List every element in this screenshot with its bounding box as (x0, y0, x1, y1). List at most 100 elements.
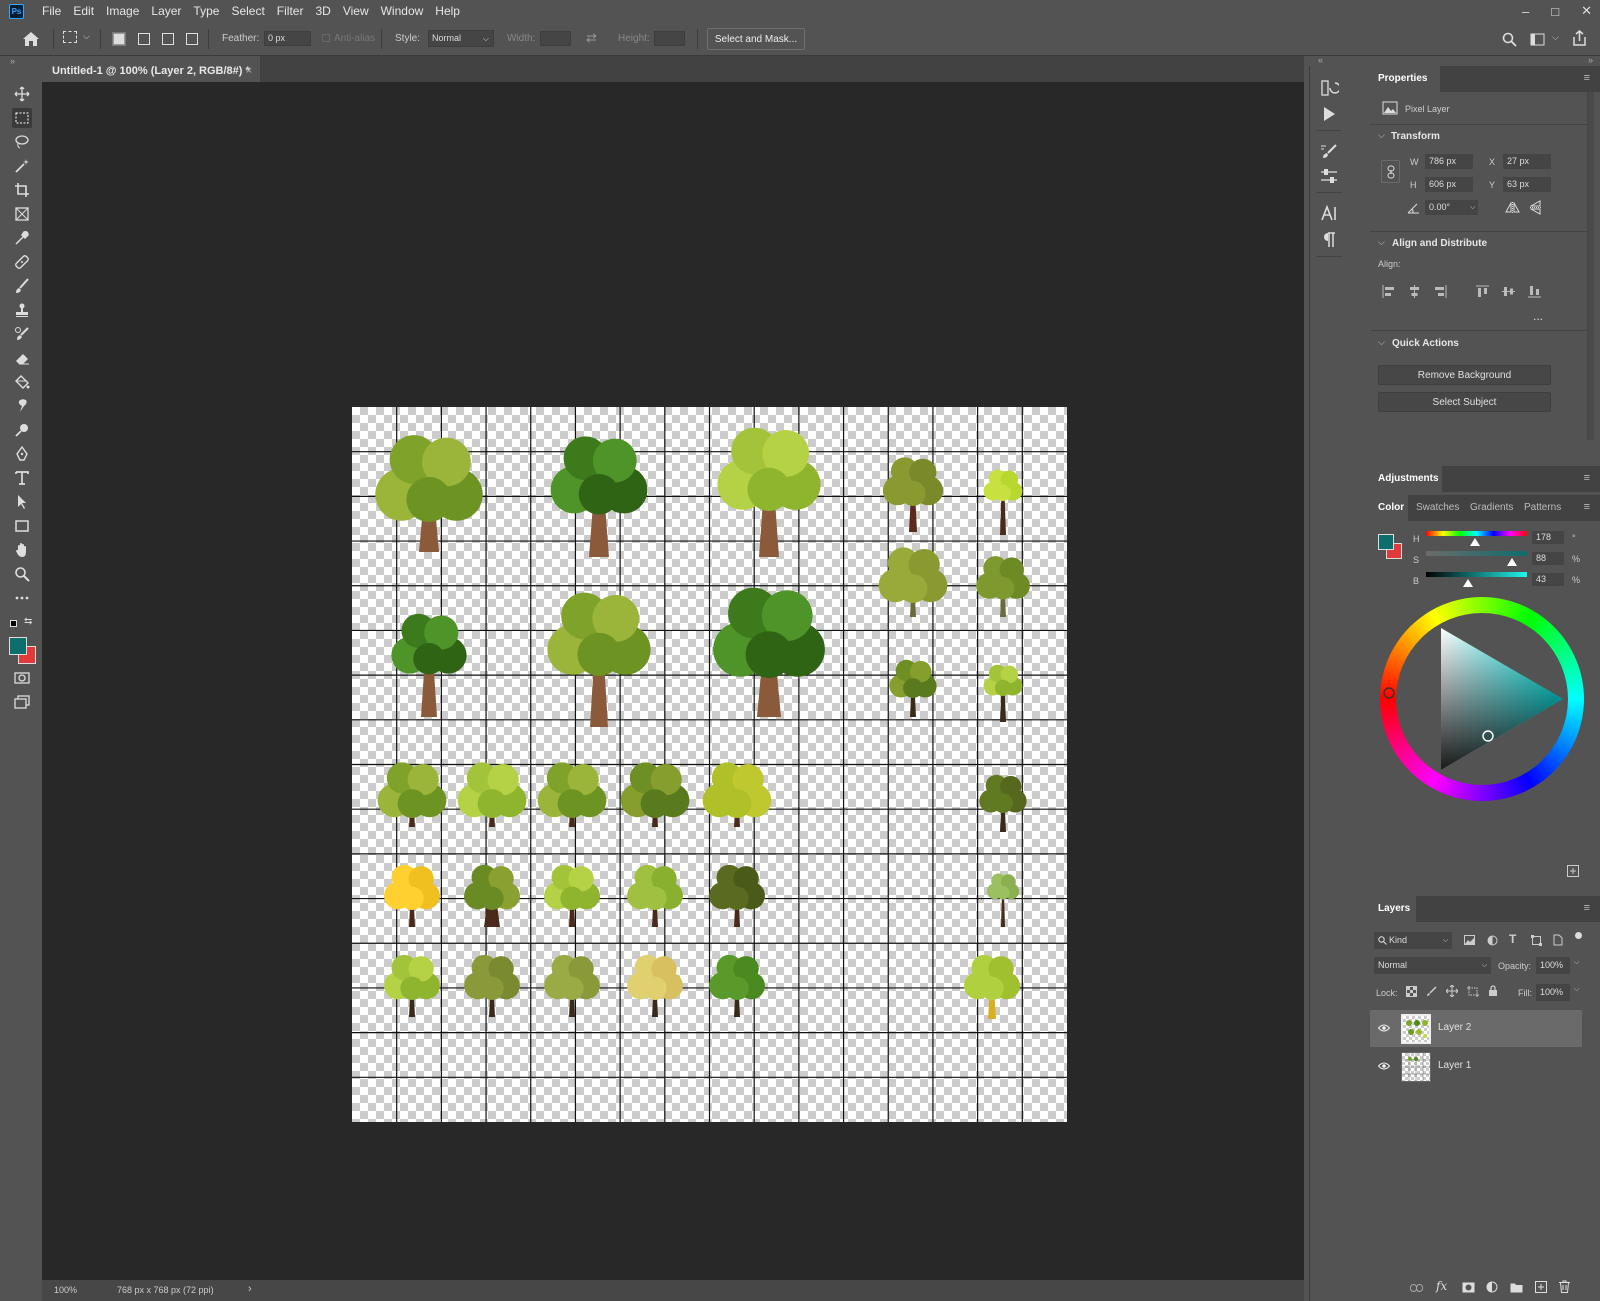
paint-bucket-tool-icon[interactable] (12, 372, 32, 392)
intersect-selection-icon[interactable] (186, 33, 198, 45)
select-subject-button[interactable]: Select Subject (1378, 392, 1551, 412)
lock-image-pixels-icon[interactable] (1426, 986, 1437, 997)
tab-layers[interactable]: Layers (1370, 896, 1416, 922)
share-icon[interactable] (1572, 30, 1587, 46)
add-swatch-icon[interactable] (1567, 865, 1579, 877)
default-colors-icon[interactable] (10, 620, 17, 627)
clone-stamp-tool-icon[interactable] (12, 300, 32, 320)
hue-value[interactable]: 178 (1532, 531, 1564, 544)
style-select[interactable]: Normal ⌵ (428, 30, 494, 47)
x-field[interactable]: 27 px (1503, 154, 1551, 169)
panel-menu-icon[interactable]: ≡ (1584, 902, 1590, 914)
menu-help[interactable]: Help (429, 0, 466, 22)
layer-style-fx-icon[interactable]: fx (1436, 1279, 1447, 1293)
add-selection-icon[interactable] (138, 33, 150, 45)
fill-field[interactable]: 100% (1536, 984, 1570, 1001)
feather-input[interactable]: 0 px (264, 31, 311, 46)
play-actions-icon[interactable] (1319, 104, 1339, 124)
swap-colors-icon[interactable]: ⇆ (24, 616, 32, 627)
document-tab[interactable]: Untitled-1 @ 100% (Layer 2, RGB/8#) * × (42, 56, 260, 82)
status-menu-arrow[interactable]: › (248, 1283, 252, 1295)
height-input[interactable] (654, 31, 685, 46)
paragraph-icon[interactable] (1319, 230, 1339, 250)
tab-swatches[interactable]: Swatches (1408, 495, 1467, 521)
angle-field[interactable]: 0.00° (1425, 200, 1468, 215)
brightness-slider[interactable] (1426, 572, 1527, 577)
home-icon[interactable] (22, 31, 40, 47)
hand-tool-icon[interactable] (12, 540, 32, 560)
panel-menu-icon[interactable]: ≡ (1584, 472, 1590, 484)
new-group-folder-icon[interactable] (1510, 1282, 1523, 1293)
panel-menu-icon[interactable]: ≡ (1584, 72, 1590, 84)
align-center-icon[interactable] (1408, 285, 1421, 298)
menu-filter[interactable]: Filter (271, 0, 310, 22)
brush-tool-icon[interactable] (12, 276, 32, 296)
swap-arrows-icon[interactable]: ⇄ (586, 30, 597, 46)
align-right-icon[interactable] (1434, 285, 1447, 298)
foreground-color-swatch[interactable] (9, 637, 27, 655)
layer-row-layer-2[interactable]: Layer 2 (1370, 1010, 1582, 1047)
expand-panels-icon[interactable]: » (1588, 55, 1593, 65)
new-selection-icon[interactable] (112, 32, 126, 46)
hue-slider[interactable] (1426, 531, 1527, 536)
path-selection-tool-icon[interactable] (12, 492, 32, 512)
menu-select[interactable]: Select (225, 0, 270, 22)
eyedropper-tool-icon[interactable] (12, 228, 32, 248)
align-left-icon[interactable] (1382, 285, 1395, 298)
tab-properties[interactable]: Properties (1370, 66, 1440, 92)
menu-view[interactable]: View (337, 0, 375, 22)
color-triangle[interactable] (1380, 597, 1584, 801)
marquee-rect-icon[interactable] (63, 31, 77, 43)
width-field[interactable]: 786 px (1425, 154, 1473, 169)
angle-dropdown[interactable]: ⌵ (1467, 200, 1478, 215)
menu-layer[interactable]: Layer (145, 0, 187, 22)
hue-slider-thumb[interactable] (1470, 538, 1480, 546)
close-tab-icon[interactable]: × (246, 58, 252, 84)
canvas-workspace[interactable] (42, 82, 1304, 1280)
more-options-icon[interactable]: ... (1533, 309, 1543, 323)
chevron-down-icon[interactable]: ⌵ (83, 31, 90, 42)
layer-filter-kind[interactable]: Kind ⌵ (1374, 932, 1452, 949)
panel-foreground-swatch[interactable] (1378, 534, 1394, 550)
delete-layer-icon[interactable] (1559, 1280, 1570, 1293)
width-input[interactable] (540, 31, 571, 46)
link-dimensions-button[interactable] (1381, 160, 1400, 183)
layer-name[interactable]: Layer 2 (1438, 1022, 1471, 1033)
smudge-tool-icon[interactable] (12, 396, 32, 416)
height-field[interactable]: 606 px (1425, 177, 1473, 192)
minimize-icon[interactable]: – (1522, 4, 1529, 19)
adjustments-sliders-icon[interactable] (1319, 166, 1339, 186)
chevron-down-icon[interactable]: ⌵ (1378, 237, 1385, 248)
maximize-icon[interactable]: □ (1551, 4, 1559, 19)
blend-mode-select[interactable]: Normal ⌵ (1374, 957, 1491, 974)
menu-3d[interactable]: 3D (309, 0, 336, 22)
filter-adjustment-icon[interactable] (1487, 935, 1498, 946)
pen-tool-icon[interactable] (12, 444, 32, 464)
menu-edit[interactable]: Edit (67, 0, 100, 22)
lock-transparent-pixels-icon[interactable] (1406, 986, 1417, 997)
menu-file[interactable]: File (36, 0, 67, 22)
opacity-field[interactable]: 100% (1536, 957, 1570, 974)
screen-mode-icon[interactable] (12, 692, 32, 712)
workspace-icon[interactable] (1530, 33, 1545, 46)
select-and-mask-button[interactable]: Select and Mask... (707, 28, 805, 50)
more-tools-icon[interactable] (12, 588, 32, 608)
eraser-tool-icon[interactable] (12, 348, 32, 368)
chevron-down-icon[interactable]: ⌵ (1378, 337, 1385, 348)
lasso-tool-icon[interactable] (12, 132, 32, 152)
properties-scrollbar[interactable] (1588, 92, 1594, 440)
remove-background-button[interactable]: Remove Background (1378, 365, 1551, 385)
flip-horizontal-icon[interactable] (1505, 202, 1520, 214)
new-adjustment-layer-icon[interactable] (1486, 1281, 1498, 1293)
link-layers-icon[interactable] (1410, 1284, 1423, 1292)
healing-brush-tool-icon[interactable] (12, 252, 32, 272)
filter-toggle-icon[interactable] (1575, 932, 1582, 939)
magic-wand-tool-icon[interactable] (12, 156, 32, 176)
rectangle-tool-icon[interactable] (12, 516, 32, 536)
saturation-slider-thumb[interactable] (1507, 558, 1517, 566)
type-tool-icon[interactable] (12, 468, 32, 488)
tab-color[interactable]: Color (1370, 495, 1408, 521)
new-layer-icon[interactable] (1535, 1281, 1547, 1293)
menu-window[interactable]: Window (375, 0, 430, 22)
subtract-selection-icon[interactable] (162, 33, 174, 45)
